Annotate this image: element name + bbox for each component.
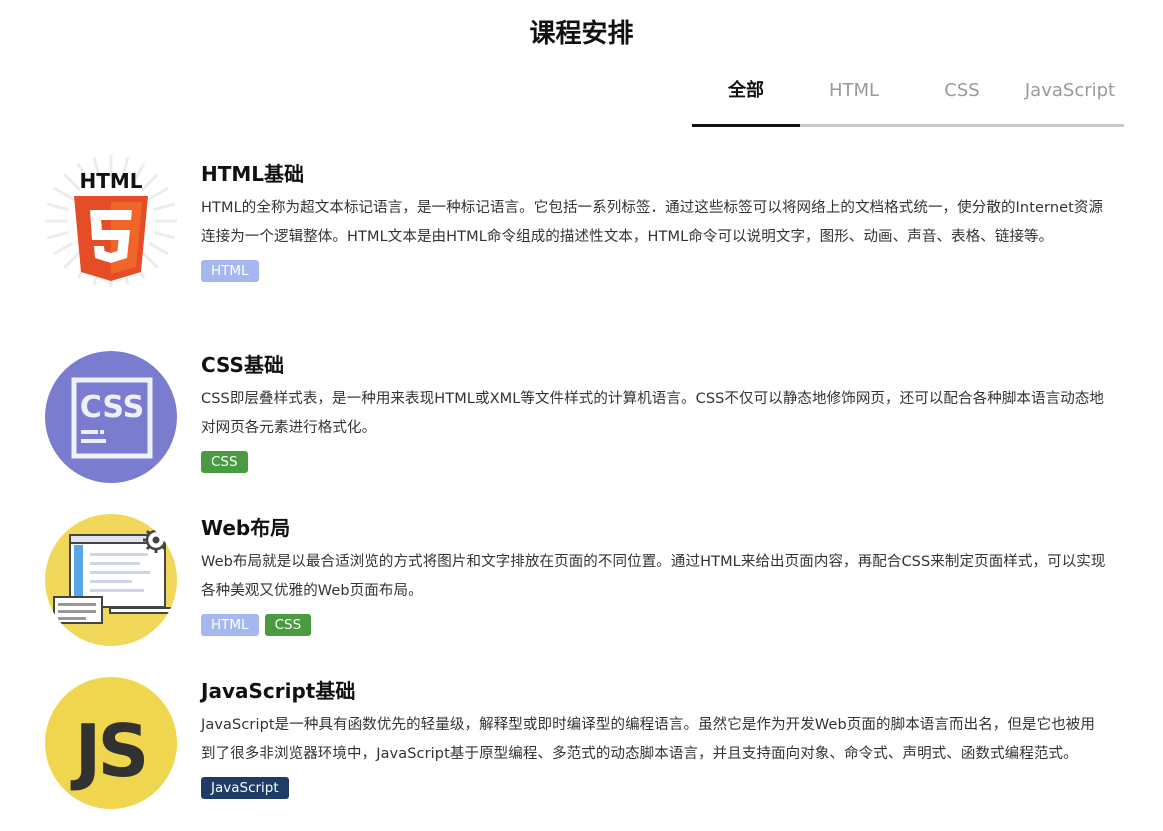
course-body: Web布局 Web布局就是以最合适浏览的方式将图片和文字排放在页面的不同位置。通…	[201, 514, 1106, 636]
svg-text:JS: JS	[70, 709, 146, 793]
course-title[interactable]: HTML基础	[201, 160, 1106, 188]
course-title[interactable]: JavaScript基础	[201, 677, 1106, 705]
tag-html[interactable]: HTML	[201, 260, 259, 282]
course-body: JavaScript基础 JavaScript是一种具有函数优先的轻量级，解释型…	[201, 677, 1106, 799]
course-tags: HTML CSS	[201, 614, 1106, 636]
tag-css[interactable]: CSS	[264, 614, 312, 636]
page-title: 课程安排	[529, 19, 634, 49]
course-title[interactable]: CSS基础	[201, 351, 1106, 379]
tab-html[interactable]: HTML	[800, 70, 908, 124]
tab-all[interactable]: 全部	[692, 70, 800, 127]
tab-css[interactable]: CSS	[908, 70, 1016, 124]
css-logo-icon: CSS	[44, 350, 178, 484]
web-layout-icon	[44, 513, 178, 647]
html5-logo-icon: HTML	[44, 154, 178, 288]
javascript-logo-icon: JS	[44, 676, 178, 810]
course-tags: JavaScript	[201, 777, 1106, 799]
svg-text:HTML: HTML	[79, 169, 142, 193]
course-description: JavaScript是一种具有函数优先的轻量级，解释型或即时编译型的编程语言。虽…	[201, 717, 1095, 762]
course-body: HTML基础 HTML的全称为超文本标记语言，是一种标记语言。它包括一系列标签．…	[201, 160, 1106, 282]
tab-javascript[interactable]: JavaScript	[1016, 70, 1124, 124]
course-description: Web布局就是以最合适浏览的方式将图片和文字排放在页面的不同位置。通过HTML来…	[201, 554, 1106, 599]
tag-html[interactable]: HTML	[201, 614, 259, 636]
course-description: CSS即层叠样式表，是一种用来表现HTML或XML等文件样式的计算机语言。CSS…	[201, 391, 1105, 436]
course-title[interactable]: Web布局	[201, 514, 1106, 542]
tag-javascript[interactable]: JavaScript	[201, 777, 289, 799]
course-body: CSS基础 CSS即层叠样式表，是一种用来表现HTML或XML等文件样式的计算机…	[201, 351, 1106, 473]
course-description: HTML的全称为超文本标记语言，是一种标记语言。它包括一系列标签．通过这些标签可…	[201, 200, 1104, 245]
course-tags: HTML	[201, 260, 1106, 282]
tag-css[interactable]: CSS	[201, 451, 248, 473]
svg-text:CSS: CSS	[80, 390, 144, 425]
course-filter-tabs: 全部 HTML CSS JavaScript	[692, 70, 1124, 127]
course-tags: CSS	[201, 451, 1106, 473]
